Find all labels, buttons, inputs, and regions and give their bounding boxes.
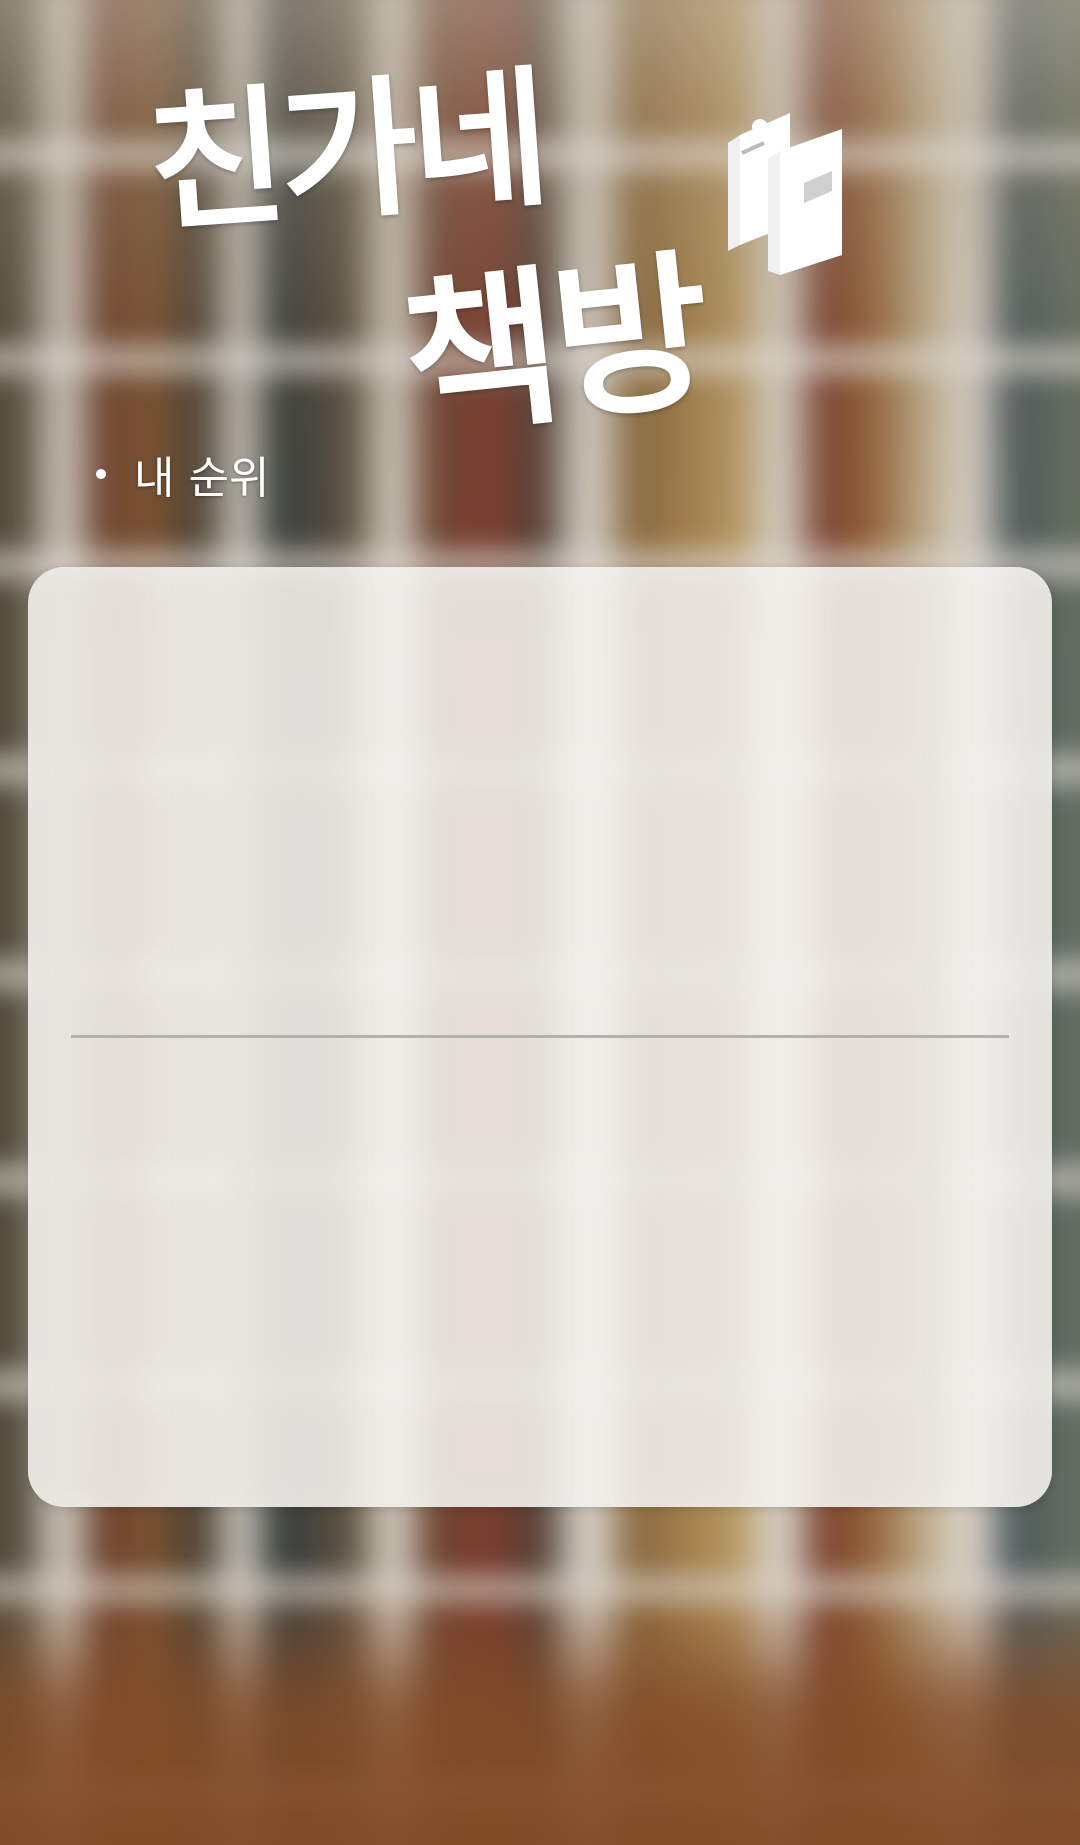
my-rank-label: 내 순위 bbox=[134, 453, 270, 504]
logo-title-line2: 책방 bbox=[394, 233, 715, 462]
app-logo: 친가네 책방 bbox=[140, 45, 940, 505]
my-rank-link[interactable]: 내 순위 bbox=[96, 442, 269, 506]
ranking-panel bbox=[28, 567, 1052, 1507]
app-screen: 친가네 책방 내 순위 bbox=[0, 0, 1080, 1845]
books-icon bbox=[720, 105, 860, 275]
ranking-panel-bottom-section bbox=[28, 1038, 1052, 1507]
ranking-panel-top-section bbox=[28, 567, 1052, 1035]
bullet-icon bbox=[96, 469, 106, 479]
